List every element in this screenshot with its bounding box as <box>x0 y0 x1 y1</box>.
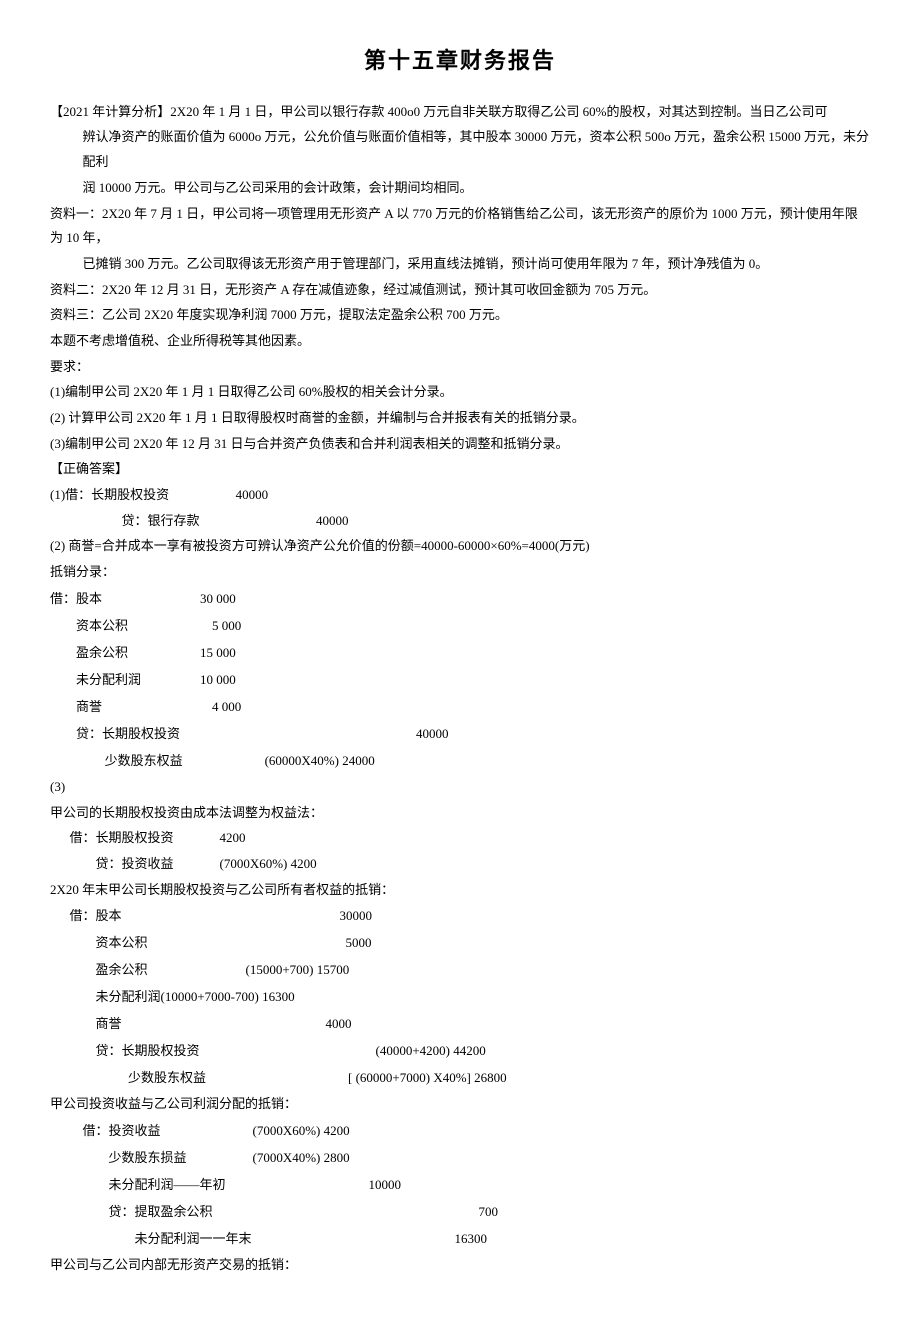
intro-p2a: 资料一：2X20 年 7 月 1 日，甲公司将一项管理用无形资产 A 以 770… <box>50 202 870 251</box>
a2-r4b: 10 000 <box>200 672 236 687</box>
a3-b7b: [ (60000+7000) X40%] 26800 <box>348 1070 507 1085</box>
a3-c3b: 10000 <box>369 1177 402 1192</box>
a3-c5b: 16300 <box>455 1231 488 1246</box>
a3-b6b: (40000+4200) 44200 <box>376 1043 486 1058</box>
req2: (2) 计算甲公司 2X20 年 1 月 1 日取得股权时商誉的金额，并编制与合… <box>50 406 870 431</box>
a2-r7a: 少数股东权益 <box>105 748 265 774</box>
intro-p3: 资料二：2X20 年 12 月 31 日，无形资产 A 存在减值迹象，经过减值测… <box>50 278 870 303</box>
a2-r2b: 5 000 <box>212 618 241 633</box>
intro-p1b: 辨认净资产的账面价值为 6000o 万元，公允价值与账面价值相等，其中股本 30… <box>50 125 870 174</box>
a3-b6a: 贷：长期股权投资 <box>96 1038 376 1064</box>
a3-c1a: 借：投资收益 <box>83 1118 253 1144</box>
a1-dr-val: 40000 <box>236 487 269 502</box>
a3-secb-label: 2X20 年末甲公司长期股权投资与乙公司所有者权益的抵销： <box>50 878 870 903</box>
a3-c3a: 未分配利润——年初 <box>109 1172 369 1198</box>
a3-a1a: 借：长期股权投资 <box>70 826 220 851</box>
a2-r6a: 贷：长期股权投资 <box>76 721 416 747</box>
intro-p1a: 【2021 年计算分析】2X20 年 1 月 1 日，甲公司以银行存款 400o… <box>50 100 870 125</box>
a3-c4a: 贷：提取盈余公积 <box>109 1199 479 1225</box>
page-title: 第十五章财务报告 <box>50 40 870 82</box>
a3-c2b: (7000X40%) 2800 <box>253 1150 350 1165</box>
intro-p4: 资料三：乙公司 2X20 年度实现净利润 7000 万元，提取法定盈余公积 70… <box>50 303 870 328</box>
a2-r1a: 借：股本 <box>50 586 200 612</box>
a3-a2b: (7000X60%) 4200 <box>220 856 317 871</box>
a2-r7b: (60000X40%) 24000 <box>265 753 375 768</box>
answer-label: 【正确答案】 <box>50 457 870 482</box>
a2-r5b: 4 000 <box>212 699 241 714</box>
a3-b2a: 资本公积 <box>96 930 346 956</box>
intro-p5: 本题不考虑增值税、企业所得税等其他因素。 <box>50 329 870 354</box>
a3-secc-label: 甲公司投资收益与乙公司利润分配的抵销： <box>50 1092 870 1117</box>
a3-seca-label: 甲公司的长期股权投资由成本法调整为权益法： <box>50 801 870 826</box>
a2-r6b: 40000 <box>416 726 449 741</box>
a3-b4: 未分配利润(10000+7000-700) 16300 <box>50 984 870 1010</box>
a2-offset-label: 抵销分录： <box>50 560 870 585</box>
a3-secd-label: 甲公司与乙公司内部无形资产交易的抵销： <box>50 1253 870 1278</box>
a3-b1a: 借：股本 <box>70 903 340 929</box>
a3-a1b: 4200 <box>220 830 246 845</box>
req-label: 要求： <box>50 355 870 380</box>
a1-cr-val: 40000 <box>316 513 349 528</box>
a1-dr-label: (1)借：长期股权投资 <box>50 487 169 502</box>
a2-r3a: 盈余公积 <box>76 640 200 666</box>
a3-b3b: (15000+700) 15700 <box>246 962 350 977</box>
a3-c2a: 少数股东损益 <box>109 1145 253 1171</box>
a3-b7a: 少数股东权益 <box>128 1065 348 1091</box>
a2-r1b: 30 000 <box>200 591 236 606</box>
a2-line: (2) 商誉=合并成本一享有被投资方可辨认净资产公允价值的份额=40000-60… <box>50 534 870 559</box>
intro-p2b: 已摊销 300 万元。乙公司取得该无形资产用于管理部门，采用直线法摊销，预计尚可… <box>50 252 870 277</box>
a3-b2b: 5000 <box>346 935 372 950</box>
a3-b3a: 盈余公积 <box>96 957 246 983</box>
a3-c1b: (7000X60%) 4200 <box>253 1123 350 1138</box>
answer-2: (2) 商誉=合并成本一享有被投资方可辨认净资产公允价值的份额=40000-60… <box>50 534 870 773</box>
answer-1: (1)借：长期股权投资 40000 贷：银行存款 40000 <box>50 483 870 533</box>
intro-block: 【2021 年计算分析】2X20 年 1 月 1 日，甲公司以银行存款 400o… <box>50 100 870 457</box>
intro-p1c: 润 10000 万元。甲公司与乙公司采用的会计政策，会计期间均相同。 <box>50 176 870 201</box>
a3-b5b: 4000 <box>326 1016 352 1031</box>
a3-b1b: 30000 <box>340 908 373 923</box>
a3-head: (3) <box>50 775 870 800</box>
a2-r5a: 商誉 <box>76 694 212 720</box>
a2-r2a: 资本公积 <box>76 613 212 639</box>
req1: (1)编制甲公司 2X20 年 1 月 1 日取得乙公司 60%股权的相关会计分… <box>50 380 870 405</box>
a3-c4b: 700 <box>479 1204 499 1219</box>
answer-3: (3) 甲公司的长期股权投资由成本法调整为权益法： 借：长期股权投资4200 贷… <box>50 775 870 1278</box>
a2-r3b: 15 000 <box>200 645 236 660</box>
req3: (3)编制甲公司 2X20 年 12 月 31 日与合并资产负债表和合并利润表相… <box>50 432 870 457</box>
a1-cr-label: 贷：银行存款 <box>122 513 200 528</box>
a3-b5a: 商誉 <box>96 1011 326 1037</box>
a3-a2a: 贷：投资收益 <box>96 852 220 877</box>
a3-c5a: 未分配利润一一年末 <box>135 1226 455 1252</box>
a2-r4a: 未分配利润 <box>76 667 200 693</box>
